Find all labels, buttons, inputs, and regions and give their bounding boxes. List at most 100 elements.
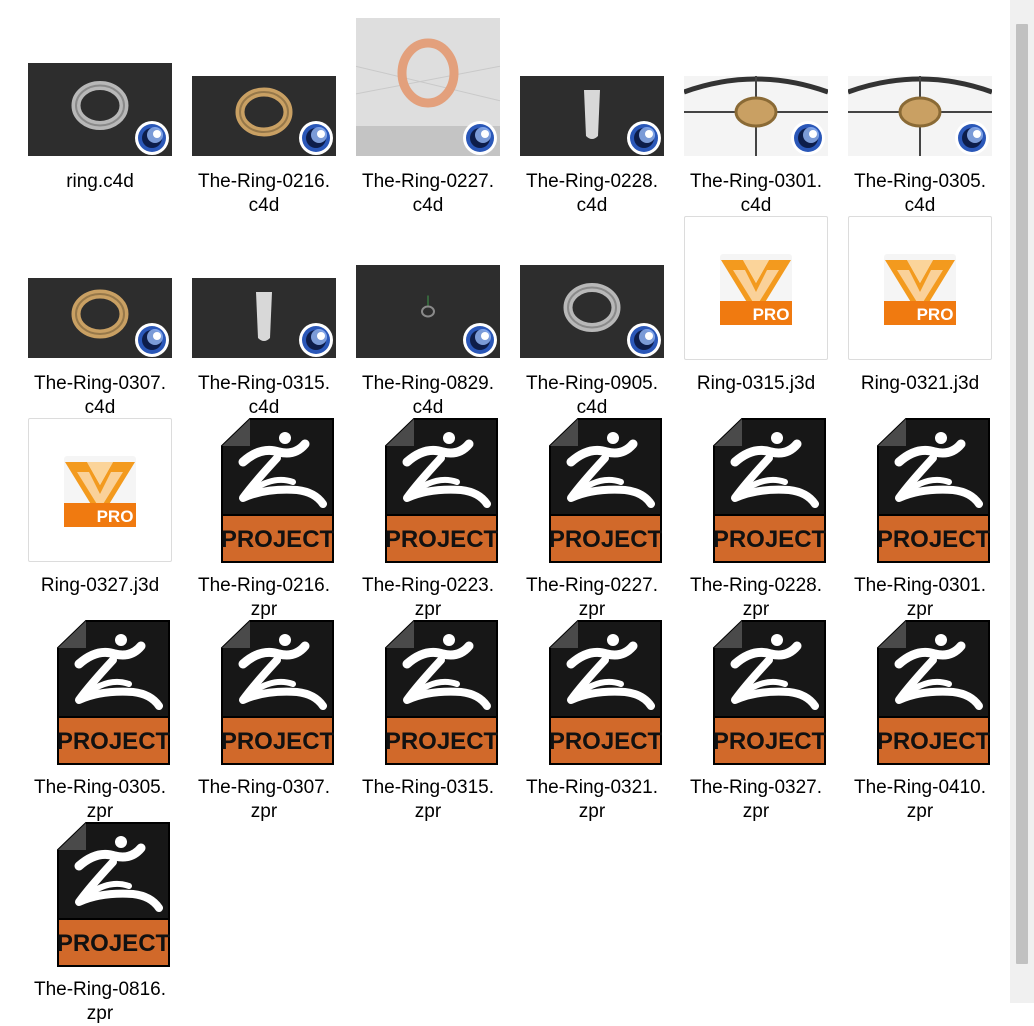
file-item[interactable]: PROJECT The-Ring-0228. zpr: [674, 418, 838, 620]
cinema4d-logo-icon: [627, 323, 661, 357]
jewelcad-pro-logo-icon: PRO: [884, 254, 956, 325]
file-thumbnail: [346, 14, 510, 162]
c4d-preview-image: [28, 278, 172, 358]
svg-text:PROJECT: PROJECT: [877, 526, 991, 553]
file-item[interactable]: PROJECT The-Ring-0223. zpr: [346, 418, 510, 620]
svg-text:PROJECT: PROJECT: [549, 526, 663, 553]
file-thumbnail: PROJECT: [346, 418, 510, 566]
file-item[interactable]: PROJECT The-Ring-0216. zpr: [182, 418, 346, 620]
file-thumbnail: [182, 216, 346, 364]
file-item[interactable]: ring.c4d: [18, 14, 182, 214]
file-thumbnail: PROJECT: [18, 620, 182, 768]
file-item[interactable]: The-Ring-0305. c4d: [838, 14, 1002, 216]
file-item[interactable]: The-Ring-0301. c4d: [674, 14, 838, 216]
file-name-label: Ring-0327.j3d: [40, 575, 160, 596]
file-item[interactable]: PROJECT The-Ring-0305. zpr: [18, 620, 182, 822]
file-name-label: The-Ring-0307. zpr: [197, 777, 331, 822]
svg-text:PROJECT: PROJECT: [221, 728, 335, 755]
file-thumbnail: PRO: [838, 216, 1002, 364]
file-item[interactable]: The-Ring-0228. c4d: [510, 14, 674, 216]
file-thumbnail: PROJECT: [838, 620, 1002, 768]
file-item[interactable]: PRO Ring-0327.j3d: [18, 418, 182, 618]
zbrush-project-file-icon: PROJECT: [221, 620, 335, 765]
file-name-label: The-Ring-0829. c4d: [361, 373, 495, 418]
file-thumbnail: PROJECT: [182, 418, 346, 566]
file-thumbnail: PROJECT: [510, 418, 674, 566]
file-name-label: The-Ring-0307. c4d: [33, 373, 167, 418]
zbrush-project-file-icon: PROJECT: [221, 418, 335, 563]
file-item[interactable]: The-Ring-0905. c4d: [510, 216, 674, 418]
file-thumbnail: PROJECT: [182, 620, 346, 768]
file-item[interactable]: PRO Ring-0315.j3d: [674, 216, 838, 416]
file-name-label: The-Ring-0301. c4d: [689, 171, 823, 216]
c4d-preview-image: [192, 76, 336, 156]
file-thumbnail: PRO: [674, 216, 838, 364]
c4d-preview-image: [684, 76, 828, 156]
c4d-preview-image: [356, 265, 500, 358]
svg-text:PROJECT: PROJECT: [57, 728, 171, 755]
file-item[interactable]: The-Ring-0307. c4d: [18, 216, 182, 418]
file-name-label: Ring-0321.j3d: [860, 373, 980, 394]
file-item[interactable]: The-Ring-0315. c4d: [182, 216, 346, 418]
file-name-label: The-Ring-0905. c4d: [525, 373, 659, 418]
file-thumbnail: [18, 14, 182, 162]
file-item[interactable]: PROJECT The-Ring-0327. zpr: [674, 620, 838, 822]
file-thumbnail: PROJECT: [346, 620, 510, 768]
file-item[interactable]: PROJECT The-Ring-0301. zpr: [838, 418, 1002, 620]
file-name-label: The-Ring-0216. c4d: [197, 171, 331, 216]
file-item[interactable]: PROJECT The-Ring-0410. zpr: [838, 620, 1002, 822]
file-item[interactable]: PROJECT The-Ring-0315. zpr: [346, 620, 510, 822]
cinema4d-logo-icon: [135, 323, 169, 357]
zbrush-project-file-icon: PROJECT: [713, 620, 827, 765]
file-name-label: ring.c4d: [66, 171, 134, 192]
file-name-label: The-Ring-0816. zpr: [33, 979, 167, 1024]
file-thumbnail: [510, 216, 674, 364]
c4d-preview-image: [356, 18, 500, 156]
file-name-label: The-Ring-0321. zpr: [525, 777, 659, 822]
file-name-label: The-Ring-0227. zpr: [525, 575, 659, 620]
svg-text:PROJECT: PROJECT: [877, 728, 991, 755]
zbrush-project-file-icon: PROJECT: [549, 620, 663, 765]
file-item[interactable]: PROJECT The-Ring-0816. zpr: [18, 822, 182, 1024]
jewelcad-pro-logo-icon: PRO: [720, 254, 792, 325]
svg-text:PRO: PRO: [917, 305, 954, 324]
cinema4d-logo-icon: [299, 323, 333, 357]
file-thumbnail: PROJECT: [674, 620, 838, 768]
file-thumbnail: PROJECT: [674, 418, 838, 566]
c4d-preview-image: [848, 76, 992, 156]
jewelcad-pro-logo-icon: PRO: [64, 456, 136, 527]
file-item[interactable]: PROJECT The-Ring-0227. zpr: [510, 418, 674, 620]
cinema4d-logo-icon: [463, 121, 497, 155]
file-name-label: The-Ring-0315. c4d: [197, 373, 331, 418]
file-thumbnail: [838, 14, 1002, 162]
c4d-preview-image: [192, 278, 336, 358]
file-item[interactable]: PROJECT The-Ring-0321. zpr: [510, 620, 674, 822]
jewelcad-preview: PRO: [28, 418, 172, 562]
svg-text:PROJECT: PROJECT: [549, 728, 663, 755]
zbrush-project-file-icon: PROJECT: [877, 620, 991, 765]
file-name-label: The-Ring-0305. zpr: [33, 777, 167, 822]
file-name-label: The-Ring-0228. zpr: [689, 575, 823, 620]
file-item[interactable]: The-Ring-0227. c4d: [346, 14, 510, 216]
cinema4d-logo-icon: [627, 121, 661, 155]
scrollbar-thumb[interactable]: [1016, 24, 1028, 964]
file-item[interactable]: The-Ring-0216. c4d: [182, 14, 346, 216]
file-item[interactable]: PROJECT The-Ring-0307. zpr: [182, 620, 346, 822]
svg-text:PRO: PRO: [97, 507, 134, 526]
zbrush-project-file-icon: PROJECT: [385, 620, 499, 765]
file-item[interactable]: PRO Ring-0321.j3d: [838, 216, 1002, 416]
file-name-label: The-Ring-0228. c4d: [525, 171, 659, 216]
svg-text:PROJECT: PROJECT: [57, 930, 171, 957]
file-thumbnail: [674, 14, 838, 162]
c4d-preview-image: [520, 76, 664, 156]
jewelcad-preview: PRO: [684, 216, 828, 360]
cinema4d-logo-icon: [463, 323, 497, 357]
file-thumbnail: [18, 216, 182, 364]
zbrush-project-file-icon: PROJECT: [57, 822, 171, 967]
svg-text:PROJECT: PROJECT: [385, 526, 499, 553]
file-item[interactable]: The-Ring-0829. c4d: [346, 216, 510, 418]
svg-text:PROJECT: PROJECT: [221, 526, 335, 553]
zbrush-project-file-icon: PROJECT: [385, 418, 499, 563]
file-name-label: Ring-0315.j3d: [696, 373, 816, 394]
file-thumbnail: PROJECT: [510, 620, 674, 768]
